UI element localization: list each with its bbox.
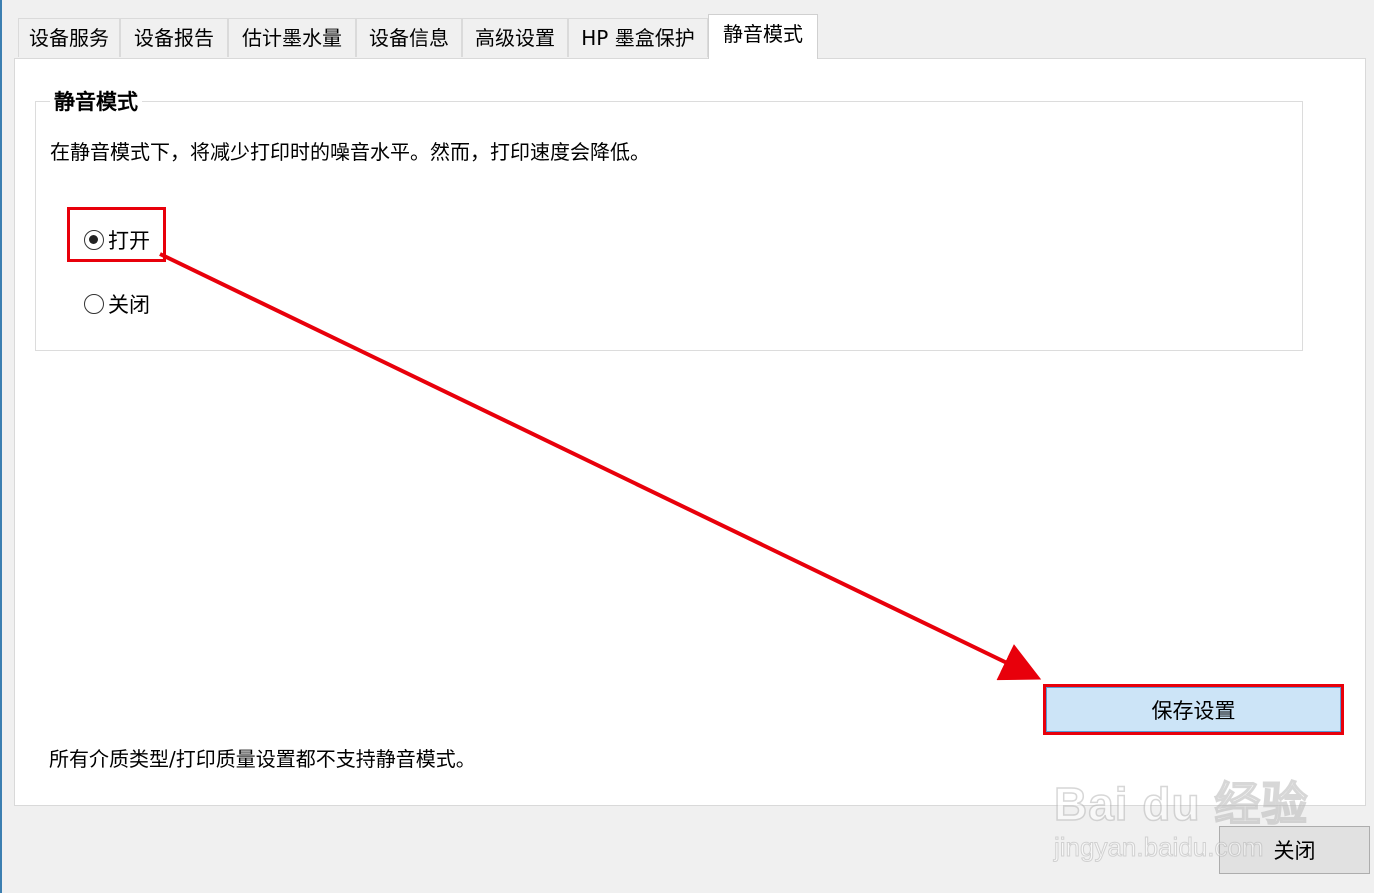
quiet-mode-description: 在静音模式下，将减少打印时的噪音水平。然而，打印速度会降低。 [50,140,650,164]
tab-device-reports[interactable]: 设备报告 [120,18,228,57]
tab-estimated-ink-levels[interactable]: 估计墨水量 [228,18,356,57]
unsupported-note: 所有介质类型/打印质量设置都不支持静音模式。 [49,747,476,771]
radio-off-label: 关闭 [108,293,150,317]
tab-device-services[interactable]: 设备服务 [18,18,120,57]
radio-unselected-icon[interactable] [84,294,104,314]
highlight-on-option [67,207,166,262]
tab-quiet-mode[interactable]: 静音模式 [708,14,818,59]
window-left-border [0,0,2,893]
tab-hp-cartridge-protection[interactable]: HP 墨盒保护 [568,18,708,57]
tab-advanced-settings[interactable]: 高级设置 [462,18,568,57]
radio-off[interactable]: 关闭 [84,289,150,319]
group-title: 静音模式 [50,86,142,116]
close-button[interactable]: 关闭 [1219,826,1370,874]
highlight-save-button [1043,684,1344,735]
tab-device-info[interactable]: 设备信息 [356,18,462,57]
quiet-mode-group: 静音模式 在静音模式下，将减少打印时的噪音水平。然而，打印速度会降低。 打开 关… [35,86,1303,351]
